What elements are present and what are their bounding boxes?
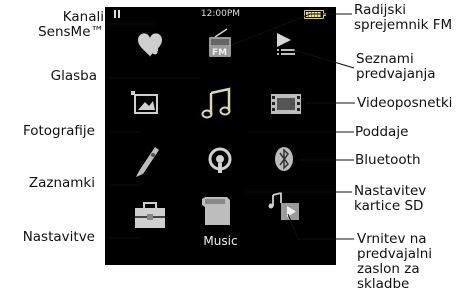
leader-seznami [293, 49, 355, 69]
annotated-menu-figure: Kanali SensMe™ Glasba Fotografije Zaznam… [0, 0, 467, 302]
leader-radijski-diag [231, 13, 311, 46]
leader-lines [106, 13, 355, 240]
leader-vrnitev-diag [287, 213, 299, 240]
